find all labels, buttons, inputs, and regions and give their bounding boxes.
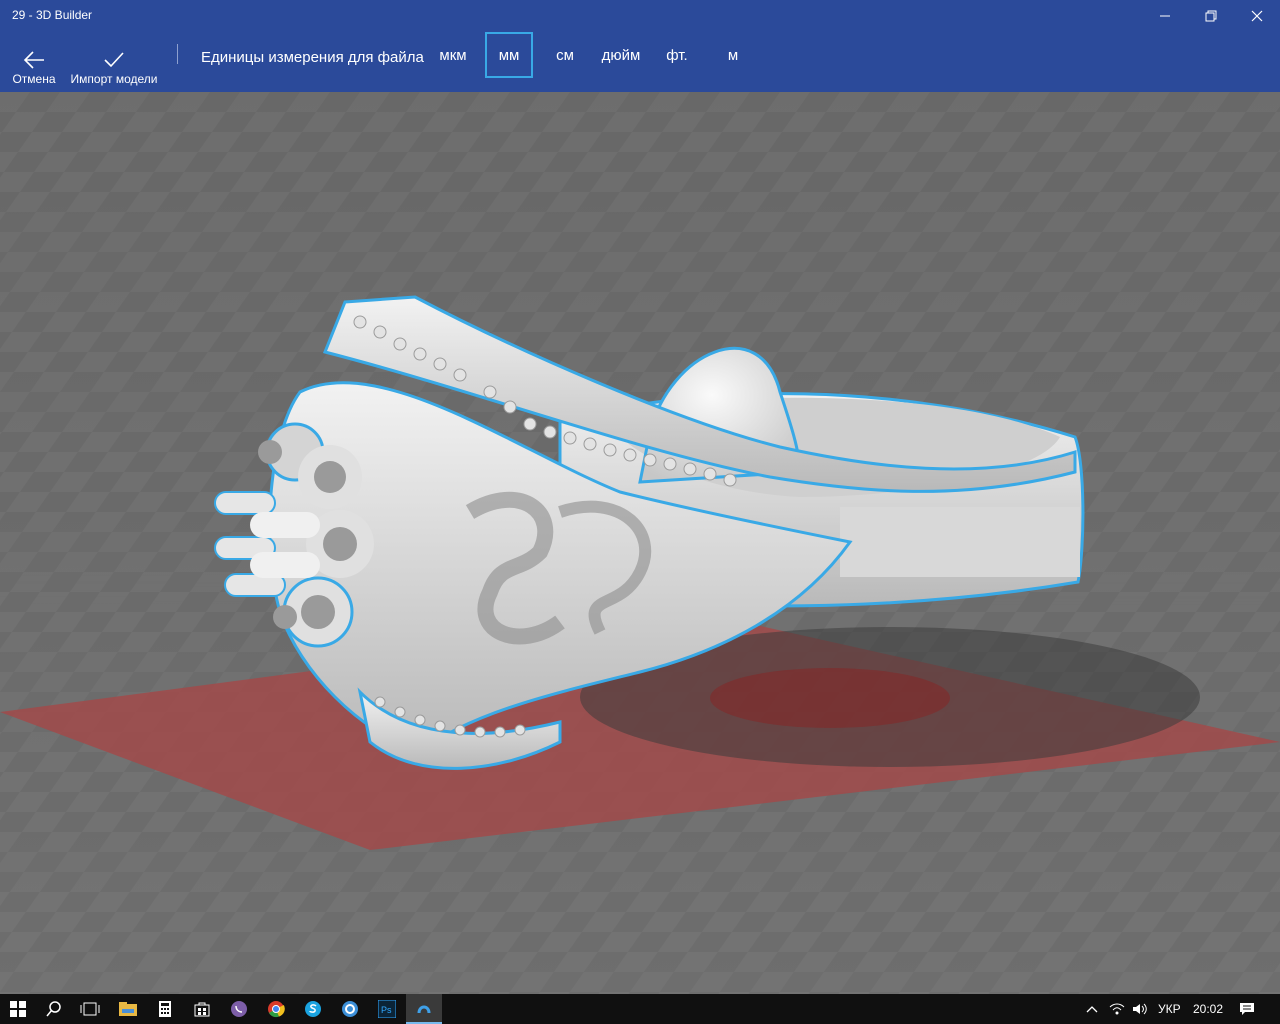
task-view-icon (80, 1002, 100, 1016)
window-title: 29 - 3D Builder (12, 8, 93, 22)
unit-option-meter[interactable]: м (718, 32, 748, 78)
notification-icon (1240, 1003, 1254, 1015)
skype-button[interactable] (295, 994, 331, 1024)
store-button[interactable] (184, 994, 220, 1024)
speaker-icon (1133, 1003, 1147, 1015)
toolbar-divider (177, 44, 178, 64)
checkmark-icon (104, 52, 124, 68)
calculator-button[interactable] (147, 994, 183, 1024)
title-bar: 29 - 3D Builder (0, 0, 1280, 32)
svg-text:Ps: Ps (381, 1005, 392, 1015)
unit-option-centimeter[interactable]: см (545, 32, 585, 78)
unit-option-micrometer[interactable]: мкм (432, 32, 474, 78)
photoshop-button[interactable]: Ps (369, 994, 405, 1024)
close-icon (1251, 10, 1263, 22)
input-language[interactable]: УКР (1158, 1002, 1181, 1016)
shadow-inner (710, 668, 950, 728)
browser-button[interactable] (332, 994, 368, 1024)
start-button[interactable] (0, 994, 36, 1024)
unit-option-millimeter[interactable]: мм (485, 32, 533, 78)
minimize-icon (1160, 15, 1170, 17)
3d-builder-button[interactable] (406, 994, 442, 1024)
volume-button[interactable] (1129, 994, 1151, 1024)
3d-viewport[interactable] (0, 92, 1280, 994)
chevron-up-icon (1086, 1006, 1098, 1013)
calculator-icon (159, 1001, 171, 1017)
import-model-label: Импорт модели (70, 72, 158, 86)
unit-option-foot[interactable]: фт. (660, 32, 694, 78)
action-center-button[interactable] (1230, 994, 1264, 1024)
viber-button[interactable] (221, 994, 257, 1024)
chrome-button[interactable] (258, 994, 294, 1024)
cancel-button[interactable]: Отмена (6, 32, 62, 92)
network-button[interactable] (1106, 994, 1128, 1024)
back-arrow-icon (23, 51, 44, 69)
task-view-button[interactable] (72, 994, 108, 1024)
chrome-icon (268, 1001, 285, 1018)
command-bar: Отмена Импорт модели Единицы измерения д… (0, 32, 1280, 92)
restore-button[interactable] (1188, 0, 1234, 32)
3d-builder-icon (417, 1005, 431, 1014)
unit-option-inch[interactable]: дюйм (596, 32, 646, 78)
restore-icon (1205, 10, 1217, 22)
search-button[interactable] (36, 994, 72, 1024)
minimize-button[interactable] (1142, 0, 1188, 32)
photoshop-icon: Ps (378, 1000, 396, 1018)
clock[interactable]: 20:02 (1193, 1002, 1223, 1016)
viber-icon (231, 1001, 247, 1017)
close-button[interactable] (1234, 0, 1280, 32)
cancel-label: Отмена (12, 72, 56, 86)
file-explorer-icon (119, 1002, 137, 1016)
file-explorer-button[interactable] (110, 994, 146, 1024)
windows-logo-icon (10, 1001, 26, 1017)
search-icon (46, 1001, 61, 1017)
scene-canvas (0, 92, 1280, 994)
skype-icon (305, 1001, 321, 1017)
taskbar: Ps УКР 20:02 (0, 994, 1280, 1024)
tray-overflow-button[interactable] (1082, 994, 1102, 1024)
store-icon (194, 1002, 210, 1017)
import-model-button[interactable]: Импорт модели (68, 32, 160, 92)
units-label: Единицы измерения для файла (201, 49, 424, 66)
browser-icon (342, 1001, 358, 1017)
wifi-icon (1109, 1003, 1125, 1015)
